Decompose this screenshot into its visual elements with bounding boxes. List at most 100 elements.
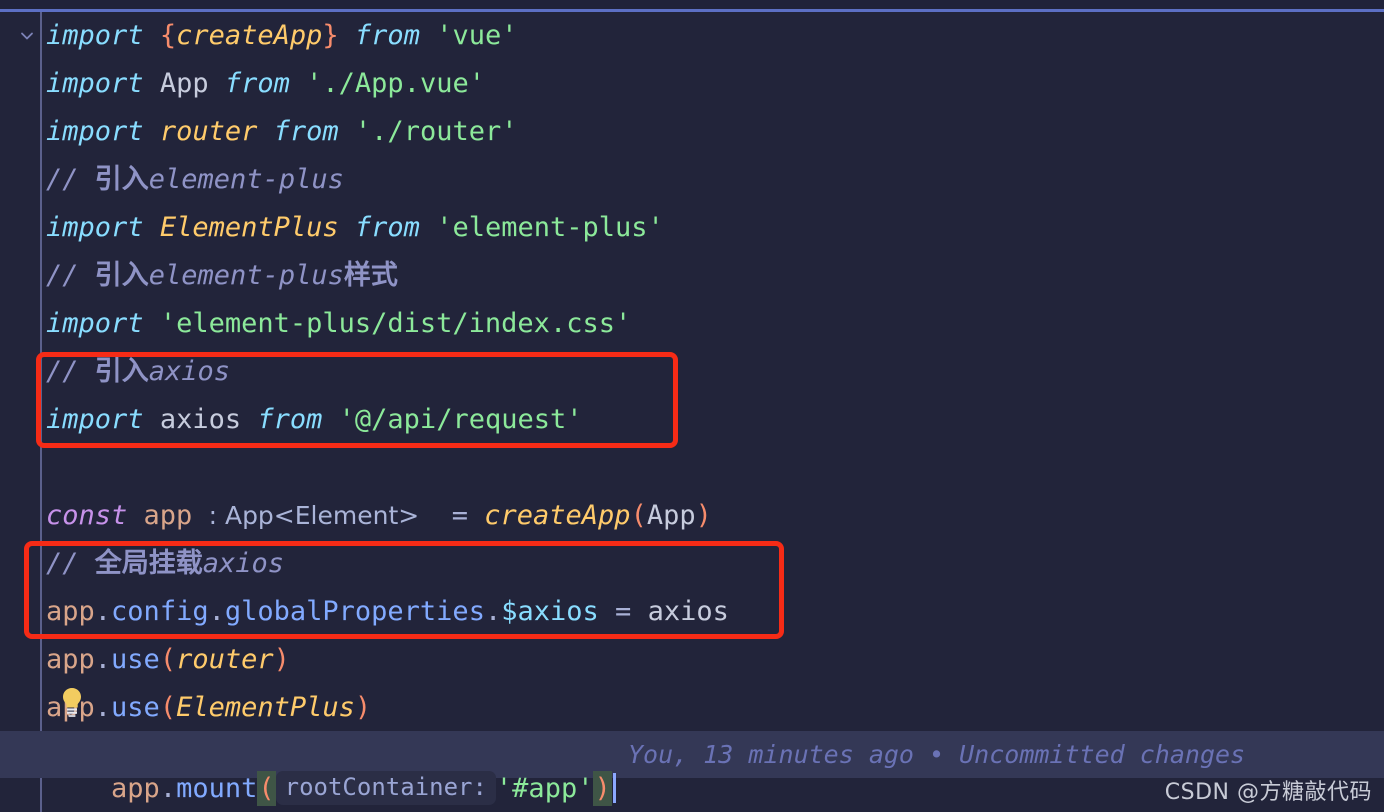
code-token: )	[354, 692, 372, 723]
code-token: .	[208, 596, 225, 627]
code-token: app	[46, 644, 95, 675]
code-token: app	[143, 500, 193, 531]
code-token: element-plus	[148, 164, 344, 195]
code-line[interactable]: import axios from '@/api/request'	[46, 405, 583, 435]
code-token: {	[159, 20, 177, 51]
code-token: './router'	[354, 116, 518, 147]
code-token: import	[46, 404, 144, 435]
code-token: 'element-plus'	[436, 212, 664, 243]
code-token: ElementPlus	[159, 212, 339, 243]
code-line-active[interactable]: app.mount(rootContainer: '#app')	[46, 741, 616, 812]
code-token: createApp	[484, 500, 631, 531]
code-token: : App<Element>	[208, 501, 420, 530]
code-token: .	[94, 596, 112, 627]
code-token: (	[159, 692, 177, 723]
code-token: './App.vue'	[306, 68, 485, 99]
csdn-watermark: CSDN @方糖敲代码	[1164, 780, 1372, 805]
git-blame-annotation[interactable]: You, 13 minutes ago • Uncommitted change…	[628, 740, 1245, 770]
code-token: (	[159, 644, 177, 675]
code-line[interactable]: import {createApp} from 'vue'	[46, 21, 518, 51]
code-line[interactable]: import router from './router'	[46, 117, 517, 147]
code-token: element-plus	[148, 260, 344, 291]
code-token: from	[354, 212, 420, 243]
code-token: App	[646, 500, 696, 531]
method-token: mount	[176, 773, 258, 804]
code-token: //	[46, 260, 95, 291]
code-token: '@/api/request'	[338, 404, 583, 435]
code-line[interactable]: app.use(ElementPlus)	[46, 693, 371, 723]
code-token: )	[695, 500, 712, 531]
editor-gutter[interactable]	[0, 12, 40, 812]
code-line[interactable]: app.config.globalProperties.$axios = axi…	[46, 597, 729, 627]
code-token: 'vue'	[436, 20, 518, 51]
code-token: }	[322, 20, 339, 51]
code-token: 引入	[94, 356, 149, 387]
dot-token: .	[159, 773, 177, 804]
code-token: .	[94, 692, 112, 723]
code-token: )	[273, 644, 290, 675]
code-token: import	[46, 308, 144, 339]
code-token: $axios	[501, 596, 599, 627]
code-line[interactable]: import 'element-plus/dist/index.css'	[46, 309, 631, 339]
code-token: axios	[148, 356, 231, 387]
lightbulb-icon[interactable]	[58, 686, 86, 718]
code-line[interactable]: app.use(router)	[46, 645, 290, 675]
code-token: const	[46, 500, 128, 531]
code-line[interactable]: import App from './App.vue'	[46, 69, 485, 99]
code-line[interactable]: const app : App<Element> = createApp(App…	[46, 501, 712, 531]
code-line-comment[interactable]: // 全局挂载axios	[46, 549, 284, 579]
code-token: import	[46, 68, 144, 99]
code-token: app	[46, 596, 95, 627]
open-paren-token: (	[257, 771, 276, 806]
code-token: import	[46, 20, 144, 51]
code-token: from	[224, 68, 290, 99]
code-token: axios	[202, 548, 285, 579]
code-token: =	[451, 500, 468, 531]
code-token: (	[630, 500, 647, 531]
code-token: =	[615, 596, 632, 627]
code-token: 'element-plus/dist/index.css'	[159, 308, 632, 339]
code-line-comment[interactable]: // 引入element-plus	[46, 165, 344, 195]
code-token: import	[46, 116, 144, 147]
code-token: 引入	[94, 164, 149, 195]
close-paren-token: )	[593, 771, 612, 806]
code-token: App	[159, 68, 209, 99]
code-token: 全局挂载	[94, 548, 203, 579]
code-token: .	[94, 644, 112, 675]
code-token: from	[354, 20, 420, 51]
code-token: from	[273, 116, 339, 147]
code-token: use	[111, 644, 160, 675]
code-token: from	[257, 404, 323, 435]
code-token: globalProperties	[224, 596, 485, 627]
code-token: config	[111, 596, 209, 627]
text-caret	[612, 773, 616, 803]
editor-top-rule	[0, 9, 1384, 12]
code-token: .	[484, 596, 502, 627]
code-token: //	[46, 356, 95, 387]
code-line[interactable]: import ElementPlus from 'element-plus'	[46, 213, 664, 243]
code-token: import	[46, 212, 144, 243]
code-line-comment[interactable]: // 引入element-plus样式	[46, 261, 398, 291]
code-editor-pane[interactable]: import {createApp} from 'vue' import App…	[0, 0, 1384, 812]
code-line-comment[interactable]: // 引入axios	[46, 357, 230, 387]
chevron-down-icon[interactable]	[18, 27, 36, 45]
editor-top-strip	[0, 0, 1384, 9]
code-token: 引入	[94, 260, 149, 291]
code-token: //	[46, 548, 95, 579]
